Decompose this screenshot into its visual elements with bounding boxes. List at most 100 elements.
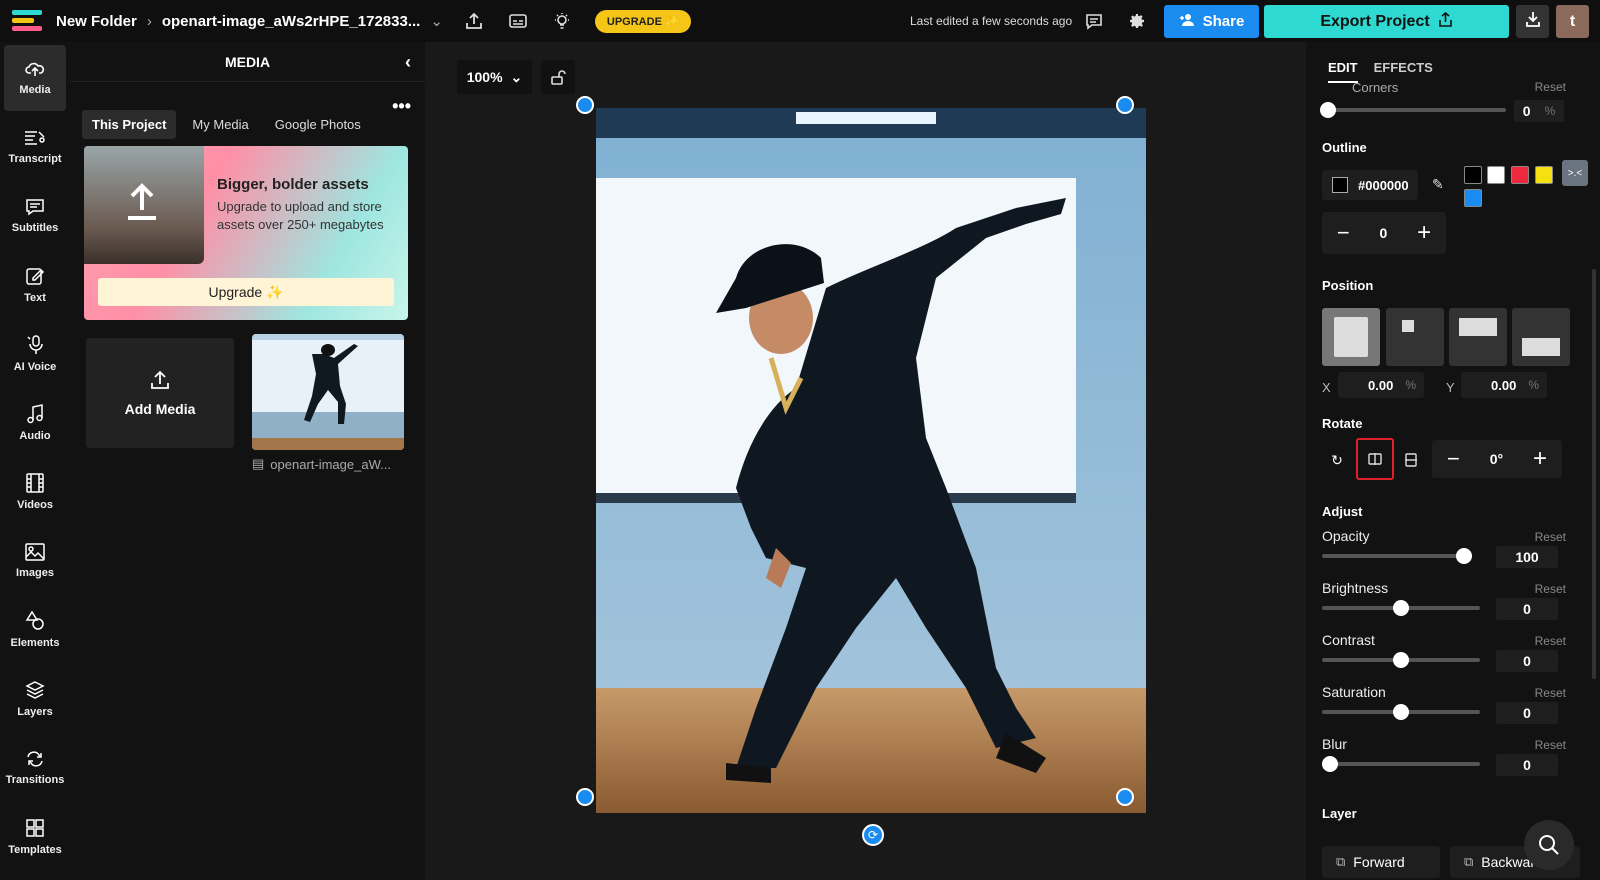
rail-item-images[interactable]: Images xyxy=(4,528,66,594)
collapse-panel-icon[interactable]: ‹ xyxy=(405,52,411,73)
project-filename[interactable]: openart-image_aWs2rHPE_172833... xyxy=(162,13,420,30)
slider-knob[interactable] xyxy=(1322,756,1338,772)
minus-icon[interactable]: − xyxy=(1337,220,1350,246)
percent-unit: % xyxy=(1528,378,1539,392)
opacity-value-box[interactable]: 100 xyxy=(1496,546,1558,568)
x-position-input[interactable]: 0.00 % xyxy=(1338,372,1424,398)
tab-google-photos[interactable]: Google Photos xyxy=(265,110,371,139)
blur-slider[interactable] xyxy=(1322,756,1480,772)
panel-scrollbar[interactable] xyxy=(1592,269,1596,679)
flip-horizontal-button[interactable] xyxy=(1356,438,1394,480)
dancer-photo xyxy=(596,108,1146,813)
saturation-reset[interactable]: Reset xyxy=(1535,686,1566,700)
promo-upgrade-button[interactable]: Upgrade ✨ xyxy=(98,278,394,306)
outline-width-stepper[interactable]: − 0 + xyxy=(1322,212,1446,254)
upload-icon[interactable] xyxy=(457,4,491,38)
breadcrumb-folder[interactable]: New Folder xyxy=(56,13,137,30)
slider-knob[interactable] xyxy=(1320,102,1336,118)
rail-item-transitions[interactable]: Transitions xyxy=(4,735,66,801)
blur-value-box[interactable]: 0 xyxy=(1496,754,1558,776)
zoom-selector[interactable]: 100% ⌄ xyxy=(457,60,532,94)
swatch-blue[interactable] xyxy=(1464,189,1482,207)
y-position-input[interactable]: 0.00 % xyxy=(1461,372,1547,398)
unlock-icon[interactable] xyxy=(541,60,575,94)
tab-my-media[interactable]: My Media xyxy=(182,110,258,139)
rail-item-label: Images xyxy=(16,567,54,579)
rail-item-audio[interactable]: Audio xyxy=(4,390,66,456)
plus-icon[interactable]: + xyxy=(1417,219,1431,247)
saturation-value: 0 xyxy=(1523,705,1531,721)
resize-handle-top-left[interactable] xyxy=(576,96,594,114)
swatch-white[interactable] xyxy=(1487,166,1505,184)
export-project-button[interactable]: Export Project xyxy=(1264,5,1509,38)
rail-item-elements[interactable]: Elements xyxy=(4,597,66,663)
rail-item-videos[interactable]: Videos xyxy=(4,459,66,525)
resize-handle-bottom-left[interactable] xyxy=(576,788,594,806)
slider-knob[interactable] xyxy=(1393,600,1409,616)
download-button[interactable] xyxy=(1516,5,1549,38)
upgrade-button[interactable]: UPGRADE ✨ xyxy=(594,9,691,33)
slider-knob[interactable] xyxy=(1393,704,1409,720)
contrast-slider[interactable] xyxy=(1322,652,1480,668)
rotate-cw-button[interactable]: ↻ xyxy=(1320,442,1354,478)
slider-knob[interactable] xyxy=(1456,548,1472,564)
templates-grid-icon xyxy=(26,819,44,837)
position-fill-button[interactable] xyxy=(1322,308,1380,366)
opacity-slider[interactable] xyxy=(1322,548,1472,564)
opacity-reset[interactable]: Reset xyxy=(1535,530,1566,544)
media-thumbnail[interactable] xyxy=(252,334,404,450)
rail-item-text[interactable]: Text xyxy=(4,252,66,318)
rail-item-transcript[interactable]: Transcript xyxy=(4,114,66,180)
brightness-value-box[interactable]: 0 xyxy=(1496,598,1558,620)
rail-item-label: Audio xyxy=(19,430,51,442)
slider-knob[interactable] xyxy=(1393,652,1409,668)
position-top-button[interactable] xyxy=(1449,308,1507,366)
rail-item-media[interactable]: Media xyxy=(4,45,66,111)
swatch-red[interactable] xyxy=(1511,166,1529,184)
saturation-slider[interactable] xyxy=(1322,704,1480,720)
rail-item-subtitles[interactable]: Subtitles xyxy=(4,183,66,249)
chevron-down-icon[interactable]: ⌄ xyxy=(430,12,443,30)
lightbulb-icon[interactable] xyxy=(545,4,579,38)
avatar[interactable]: t xyxy=(1556,5,1589,38)
rail-item-layers[interactable]: Layers xyxy=(4,666,66,732)
outline-color-input[interactable]: #000000 xyxy=(1322,170,1418,200)
plus-icon[interactable]: + xyxy=(1533,445,1547,473)
position-bottom-button[interactable] xyxy=(1512,308,1570,366)
comments-icon[interactable] xyxy=(1077,4,1111,38)
blur-reset[interactable]: Reset xyxy=(1535,738,1566,752)
resize-handle-top-right[interactable] xyxy=(1116,96,1134,114)
share-button[interactable]: Share xyxy=(1164,5,1259,38)
brightness-slider[interactable] xyxy=(1322,600,1480,616)
rail-item-ai-voice[interactable]: AI Voice xyxy=(4,321,66,387)
rail-item-templates[interactable]: Templates xyxy=(4,804,66,870)
position-top-left-button[interactable] xyxy=(1386,308,1444,366)
corners-reset[interactable]: Reset xyxy=(1535,80,1566,94)
corners-value-box[interactable]: 0 % xyxy=(1514,100,1564,122)
rotation-stepper[interactable]: − 0° + xyxy=(1432,440,1562,478)
saturation-value-box[interactable]: 0 xyxy=(1496,702,1558,724)
eyedropper-icon[interactable]: ✎ xyxy=(1432,176,1444,193)
flip-horizontal-icon xyxy=(1368,453,1382,465)
flip-vertical-button[interactable] xyxy=(1394,442,1428,478)
add-media-button[interactable]: Add Media xyxy=(86,338,234,448)
canvas-image[interactable] xyxy=(596,108,1146,813)
layer-forward-button[interactable]: ⧉ Forward xyxy=(1322,846,1440,878)
app-logo-icon[interactable] xyxy=(12,8,46,34)
corners-slider[interactable] xyxy=(1320,102,1506,118)
custom-color-icon[interactable]: >.< xyxy=(1562,160,1588,186)
contrast-value-box[interactable]: 0 xyxy=(1496,650,1558,672)
more-options-icon[interactable]: ••• xyxy=(392,96,411,117)
contrast-reset[interactable]: Reset xyxy=(1535,634,1566,648)
contrast-value: 0 xyxy=(1523,653,1531,669)
gear-icon[interactable] xyxy=(1120,4,1154,38)
swatch-black[interactable] xyxy=(1464,166,1482,184)
search-button[interactable] xyxy=(1524,820,1574,870)
subtitles-icon[interactable] xyxy=(501,4,535,38)
tab-this-project[interactable]: This Project xyxy=(82,110,177,139)
swatch-yellow[interactable] xyxy=(1535,166,1553,184)
rotate-handle-icon[interactable]: ⟳ xyxy=(862,824,884,846)
brightness-reset[interactable]: Reset xyxy=(1535,582,1566,596)
minus-icon[interactable]: − xyxy=(1447,446,1460,472)
resize-handle-bottom-right[interactable] xyxy=(1116,788,1134,806)
